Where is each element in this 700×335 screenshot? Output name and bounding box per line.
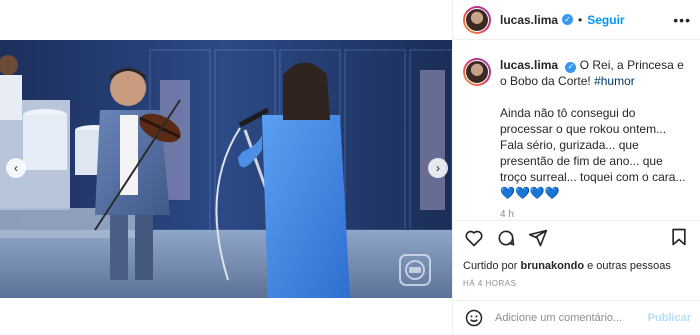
prev-media-button[interactable]: ‹: [6, 158, 26, 178]
heart-icon: [465, 230, 483, 246]
next-media-button[interactable]: ›: [428, 158, 448, 178]
smiley-icon: [465, 309, 483, 327]
comment-button[interactable]: [495, 227, 517, 249]
header-username[interactable]: lucas.lima: [500, 13, 558, 27]
chevron-left-icon: ‹: [14, 161, 18, 175]
separator-dot: •: [578, 12, 583, 27]
share-icon: [528, 229, 548, 246]
avatar-image: [465, 7, 489, 32]
video-frame: [0, 40, 452, 298]
caption-body-text: Ainda não tô consegui do processar o que…: [500, 106, 686, 184]
verified-badge-icon: ✓: [565, 61, 577, 73]
post-timestamp[interactable]: HÁ 4 HORAS: [463, 279, 516, 288]
blue-hearts-emoji: 💙💙💙💙: [500, 186, 560, 200]
post-modal: ‹ › lucas.lima ✓ • Seguir ••• lucas.lima: [0, 0, 700, 335]
chevron-right-icon: ›: [436, 161, 440, 175]
liked-by-user[interactable]: brunakondo: [520, 260, 584, 272]
post-details-panel: lucas.lima ✓ • Seguir ••• lucas.lima ✓ O…: [452, 0, 700, 335]
add-comment-bar: Publicar: [453, 300, 700, 335]
post-header: lucas.lima ✓ • Seguir •••: [453, 0, 700, 40]
caption-body: Ainda não tô consegui do processar o que…: [500, 105, 690, 201]
comment-input[interactable]: [495, 312, 648, 324]
action-bar: [453, 220, 700, 254]
verified-badge-icon: ✓: [562, 14, 574, 25]
hashtag-link[interactable]: #humor: [594, 74, 635, 88]
like-button[interactable]: [463, 227, 485, 249]
media-area: ‹ ›: [0, 0, 452, 335]
post-video[interactable]: [0, 40, 452, 298]
comment-icon: [498, 230, 515, 246]
caption-avatar[interactable]: [463, 58, 491, 86]
caption-time: 4 h: [500, 209, 514, 220]
liked-by-text: Curtido por brunakondo e outras pessoas: [463, 260, 671, 272]
save-button[interactable]: [669, 227, 691, 249]
more-options-icon[interactable]: •••: [673, 12, 691, 28]
caption-username[interactable]: lucas.lima: [500, 58, 558, 72]
caption-row: lucas.lima ✓ O Rei, a Princesa e o Bobo …: [463, 48, 691, 220]
caption-text-block: lucas.lima ✓ O Rei, a Princesa e o Bobo …: [500, 57, 690, 220]
share-button[interactable]: [527, 227, 549, 249]
emoji-button[interactable]: [463, 307, 485, 329]
avatar[interactable]: [463, 5, 491, 34]
follow-button[interactable]: Seguir: [587, 13, 624, 27]
publish-button[interactable]: Publicar: [648, 312, 691, 324]
bookmark-icon: [672, 228, 686, 246]
liked-by-suffix[interactable]: e outras pessoas: [587, 260, 671, 272]
liked-by-prefix: Curtido por: [463, 260, 518, 272]
comments-section: lucas.lima ✓ O Rei, a Princesa e o Bobo …: [453, 48, 700, 220]
avatar-image: [465, 60, 489, 84]
